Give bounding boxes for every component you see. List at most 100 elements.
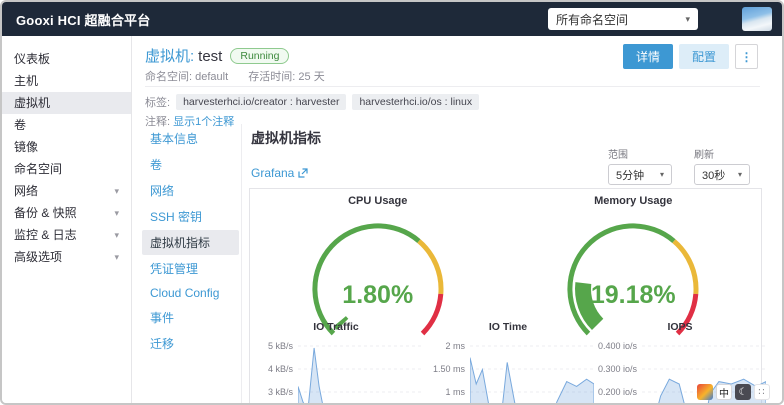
y-axis-tick: 3 kB/s — [250, 382, 298, 405]
chart-title: Memory Usage — [506, 195, 762, 207]
sidebar-item-images[interactable]: 镜像 — [2, 136, 131, 158]
io-time-panel: IO Time 2 ms 1.50 ms 1 ms — [422, 321, 594, 405]
menu-dots-icon: ⋮ — [741, 50, 753, 64]
grafana-link-label: Grafana — [251, 166, 294, 180]
sidebar-item-label: 卷 — [14, 114, 26, 136]
more-actions-button[interactable]: ⋮ — [735, 44, 758, 69]
sidebar-item-label: 虚拟机 — [14, 92, 50, 114]
detail-nav-divider — [241, 124, 242, 403]
user-avatar[interactable] — [742, 7, 772, 31]
detail-nav-item-volumes[interactable]: 卷 — [142, 152, 239, 177]
sidebar-item-monitoring-logs[interactable]: 监控 & 日志 ▾ — [2, 224, 131, 246]
main-content: 虚拟机:test Running 命名空间: default 存活时间: 25 天… — [133, 36, 782, 403]
io-time-chart — [470, 336, 594, 405]
top-bar: Gooxi HCI 超融合平台 所有命名空间 ▾ — [2, 2, 782, 36]
age-value: 25 天 — [298, 71, 324, 83]
y-axis: 2 ms 1.50 ms 1 ms — [422, 336, 470, 405]
io-traffic-panel: IO Traffic 5 kB/s 4 kB/s 3 kB/s — [250, 321, 422, 405]
age-label: 存活时间: — [248, 71, 295, 83]
range-select[interactable]: 5分钟 ▾ — [608, 164, 672, 185]
namespace-value: default — [195, 71, 228, 83]
sidebar-item-backup-snapshot[interactable]: 备份 & 快照 ▾ — [2, 202, 131, 224]
sidebar-item-hosts[interactable]: 主机 — [2, 70, 131, 92]
chart-title: IO Time — [422, 321, 594, 333]
tag-chip: harvesterhci.io/os : linux — [352, 94, 479, 110]
sidebar-item-label: 网络 — [14, 180, 38, 202]
brand-title: Gooxi HCI 超融合平台 — [16, 10, 150, 29]
y-axis: 5 kB/s 4 kB/s 3 kB/s — [250, 336, 298, 405]
status-badge: Running — [230, 48, 289, 64]
external-link-icon — [298, 168, 308, 178]
refresh-select-value: 30秒 — [702, 167, 725, 183]
chart-title: IOPS — [594, 321, 766, 333]
sidebar-item-namespaces[interactable]: 命名空间 — [2, 158, 131, 180]
tags-row: 标签: harvesterhci.io/creator : harvester … — [145, 94, 479, 110]
sidebar-item-volumes[interactable]: 卷 — [2, 114, 131, 136]
detail-nav-item-ssh-keys[interactable]: SSH 密钥 — [142, 204, 239, 229]
cpu-gauge-value: 1.80% — [250, 281, 506, 310]
ime-drag-handle[interactable]: ∷ — [754, 384, 770, 400]
sidebar-item-label: 高级选项 — [14, 246, 62, 268]
namespace-label: 命名空间: — [145, 71, 192, 83]
chevron-down-icon: ▾ — [114, 180, 119, 202]
resource-type-label: 虚拟机: — [145, 48, 194, 65]
detail-nav-item-basics[interactable]: 基本信息 — [142, 126, 239, 151]
sidebar-item-label: 命名空间 — [14, 158, 62, 180]
chevron-down-icon: ▾ — [738, 170, 742, 179]
y-axis-tick: 1 ms — [422, 382, 470, 405]
refresh-label: 刷新 — [694, 146, 750, 161]
io-traffic-chart — [298, 336, 422, 405]
chevron-down-icon: ▾ — [114, 246, 119, 268]
detail-nav-item-networks[interactable]: 网络 — [142, 178, 239, 203]
tags-label: 标签: — [145, 94, 170, 110]
sidebar-item-advanced[interactable]: 高级选项 ▾ — [2, 246, 131, 268]
app-window: Gooxi HCI 超融合平台 所有命名空间 ▾ 仪表板 主机 虚拟机 卷 镜像… — [0, 0, 784, 405]
y-axis-tick: 0.400 io/s — [594, 336, 642, 359]
range-group: 范围 5分钟 ▾ — [608, 146, 672, 185]
mini-charts-row: IO Traffic 5 kB/s 4 kB/s 3 kB/s IO Time — [250, 321, 761, 405]
details-button[interactable]: 详情 — [623, 44, 673, 69]
sidebar-item-label: 监控 & 日志 — [14, 224, 77, 246]
grafana-link[interactable]: Grafana — [251, 166, 308, 180]
ime-toolbar: 中 ☾ ∷ — [697, 384, 770, 400]
chevron-down-icon: ▾ — [114, 224, 119, 246]
chevron-down-icon: ▾ — [685, 14, 690, 25]
detail-nav-item-cloud-config[interactable]: Cloud Config — [142, 282, 239, 304]
charts-panel: CPU Usage 1.80% Memory Usage 19.18% IO T… — [249, 188, 762, 405]
refresh-group: 刷新 30秒 ▾ — [694, 146, 750, 185]
detail-nav-item-events[interactable]: 事件 — [142, 305, 239, 330]
ime-logo-icon[interactable] — [697, 384, 713, 400]
detail-nav-item-metrics[interactable]: 虚拟机指标 — [142, 230, 239, 255]
chevron-down-icon: ▾ — [114, 202, 119, 224]
ime-moon-icon[interactable]: ☾ — [735, 384, 751, 400]
detail-nav: 基本信息 卷 网络 SSH 密钥 虚拟机指标 凭证管理 Cloud Config… — [142, 126, 239, 357]
resource-name: test — [198, 48, 222, 65]
range-select-value: 5分钟 — [616, 167, 644, 183]
sidebar-item-label: 主机 — [14, 70, 38, 92]
chart-title: IO Traffic — [250, 321, 422, 333]
sidebar-item-label: 仪表板 — [14, 48, 50, 70]
sidebar-item-virtual-machines[interactable]: 虚拟机 — [2, 92, 131, 114]
sidebar-item-label: 备份 & 快照 — [14, 202, 77, 224]
sidebar-item-dashboard[interactable]: 仪表板 — [2, 48, 131, 70]
y-axis-tick: 0.300 io/s — [594, 359, 642, 382]
sidebar: 仪表板 主机 虚拟机 卷 镜像 命名空间 网络 ▾ 备份 & 快照 ▾ 监控 & 日… — [2, 36, 132, 403]
detail-nav-item-credentials[interactable]: 凭证管理 — [142, 256, 239, 281]
range-label: 范围 — [608, 146, 672, 161]
title-divider — [145, 86, 760, 87]
detail-nav-item-migration[interactable]: 迁移 — [142, 331, 239, 356]
memory-gauge-value: 19.18% — [506, 281, 762, 310]
sidebar-item-networks[interactable]: 网络 ▾ — [2, 180, 131, 202]
page-title: 虚拟机:test Running — [145, 45, 289, 66]
y-axis-tick: 5 kB/s — [250, 336, 298, 359]
refresh-select[interactable]: 30秒 ▾ — [694, 164, 750, 185]
config-button[interactable]: 配置 — [679, 44, 729, 69]
metrics-title: 虚拟机指标 — [251, 128, 321, 148]
ime-mode-button[interactable]: 中 — [716, 384, 732, 400]
namespace-select[interactable]: 所有命名空间 ▾ — [548, 8, 698, 30]
y-axis-tick: 1.50 ms — [422, 359, 470, 382]
chevron-down-icon: ▾ — [660, 170, 664, 179]
metrics-section: 虚拟机指标 Grafana 范围 5分钟 ▾ 刷新 30秒 ▾ — [249, 124, 764, 403]
y-axis-tick: 4 kB/s — [250, 359, 298, 382]
y-axis: 0.400 io/s 0.300 io/s 0.200 io/s — [594, 336, 642, 405]
